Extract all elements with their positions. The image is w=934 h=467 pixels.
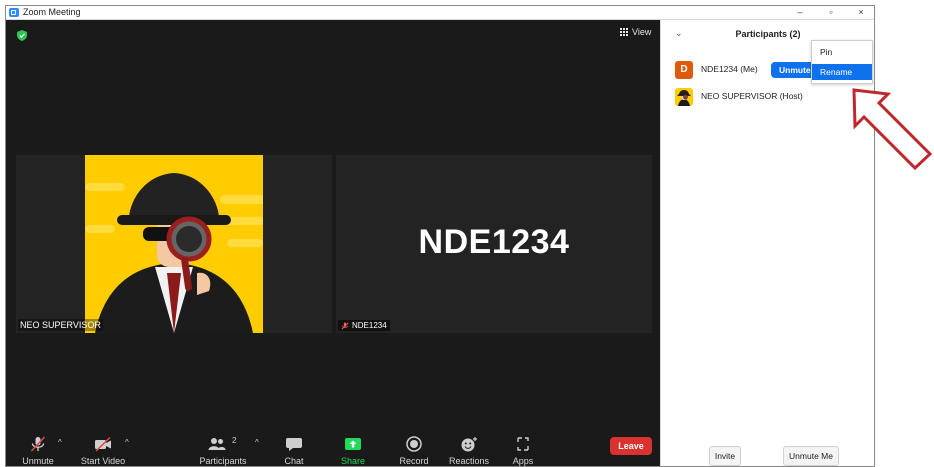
record-button[interactable]: Record <box>394 428 434 466</box>
window-title: Zoom Meeting <box>23 7 81 17</box>
record-label: Record <box>399 456 429 466</box>
unmute-me-button[interactable]: Unmute Me <box>783 446 839 466</box>
view-label: View <box>632 27 652 37</box>
detective-avatar-image <box>85 155 263 333</box>
participant-initial-avatar: D <box>675 61 693 79</box>
video-off-icon <box>95 436 111 452</box>
participants-panel: ⌄ Participants (2) D NDE1234 (Me) Unmute… <box>660 20 874 466</box>
view-button[interactable]: View <box>620 27 651 37</box>
participant-context-menu: Pin Rename <box>811 40 873 84</box>
panel-title: Participants (2) <box>735 29 801 39</box>
audio-options-chevron-icon[interactable]: ^ <box>58 438 62 447</box>
unmute-label: Unmute <box>22 456 54 466</box>
chat-label: Chat <box>284 456 304 466</box>
grid-icon <box>620 27 629 37</box>
meeting-toolbar: Unmute ^ Start Video ^ 2 Participants ^ <box>6 428 660 466</box>
apps-button[interactable]: Apps <box>504 428 542 466</box>
participants-count: 2 <box>232 436 237 445</box>
participant-name: NDE1234 (Me) <box>701 64 758 74</box>
tile-name-label: NEO SUPERVISOR <box>18 319 103 331</box>
tile-name-text: NDE1234 <box>352 321 387 330</box>
muted-mic-icon <box>341 321 349 330</box>
participants-options-chevron-icon[interactable]: ^ <box>255 438 259 447</box>
menu-item-pin[interactable]: Pin <box>812 44 872 60</box>
start-video-label: Start Video <box>80 456 126 466</box>
unmute-button[interactable]: Unmute <box>14 428 62 466</box>
apps-icon <box>517 437 529 451</box>
participants-button[interactable]: 2 Participants <box>194 428 252 466</box>
participants-icon <box>208 438 226 450</box>
zoom-window: Zoom Meeting – ▫ × View NEO SUPERVISOR N… <box>5 5 875 467</box>
chat-button[interactable]: Chat <box>274 428 314 466</box>
close-button[interactable]: × <box>851 6 871 19</box>
zoom-app-icon <box>9 8 19 17</box>
video-stage: View NEO SUPERVISOR NDE1234 NDE1234 <box>6 20 660 428</box>
participant-display-name: NDE1234 <box>418 223 570 261</box>
record-icon <box>406 436 422 452</box>
share-screen-icon <box>345 438 361 450</box>
share-screen-label: Share Screen <box>340 456 366 466</box>
participant-row[interactable]: NEO SUPERVISOR (Host) <box>661 85 874 109</box>
video-tile-neo-supervisor[interactable]: NEO SUPERVISOR <box>16 155 332 333</box>
participants-label: Participants <box>199 456 247 466</box>
video-options-chevron-icon[interactable]: ^ <box>125 438 129 447</box>
annotation-arrow-icon <box>852 88 933 171</box>
participant-name: NEO SUPERVISOR (Host) <box>701 91 803 101</box>
reactions-button[interactable]: Reactions <box>446 428 492 466</box>
reactions-smiley-icon <box>461 437 477 452</box>
title-bar: Zoom Meeting – ▫ × <box>6 6 874 20</box>
maximize-button[interactable]: ▫ <box>821 6 841 19</box>
start-video-button[interactable]: Start Video <box>76 428 130 466</box>
minimize-button[interactable]: – <box>790 6 810 19</box>
leave-button[interactable]: Leave <box>610 437 652 455</box>
reactions-label: Reactions <box>448 456 490 466</box>
participant-detective-avatar <box>675 88 693 106</box>
shield-check-icon[interactable] <box>17 30 27 41</box>
tile-name-label: NDE1234 <box>338 320 390 331</box>
muted-mic-icon <box>30 436 46 452</box>
share-screen-button[interactable]: Share Screen <box>326 428 380 466</box>
menu-item-rename[interactable]: Rename <box>812 64 872 80</box>
video-tile-nde1234[interactable]: NDE1234 NDE1234 <box>336 155 652 333</box>
apps-label: Apps <box>512 456 534 466</box>
chat-bubble-icon <box>286 438 302 451</box>
invite-button[interactable]: Invite <box>709 446 741 466</box>
